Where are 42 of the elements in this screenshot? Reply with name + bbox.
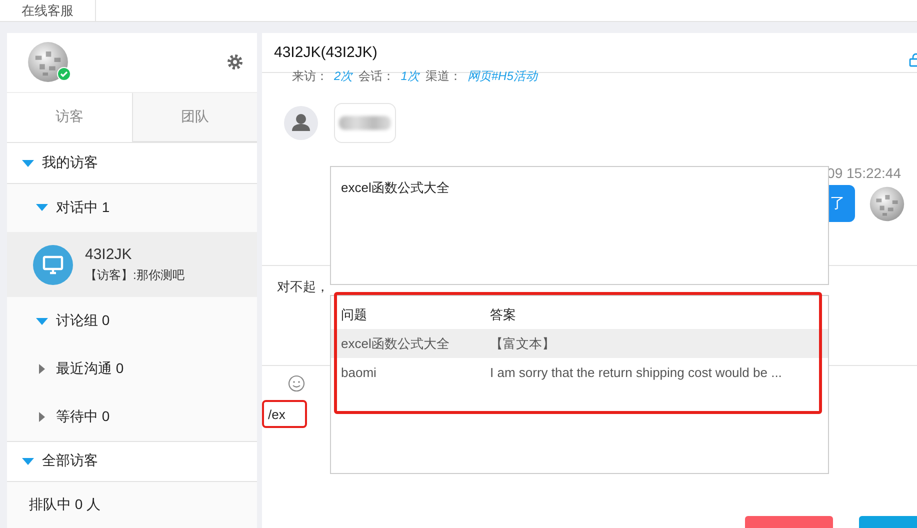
subgroup-label[interactable]: 对话中 1	[56, 198, 110, 217]
visitor-name: 43I2JK	[85, 246, 133, 263]
expanded-caret-icon[interactable]	[36, 204, 48, 212]
stat-label: 渠道：	[425, 68, 462, 85]
group-label[interactable]: 我的访客	[42, 154, 98, 172]
stat-label: 来访：	[292, 68, 328, 85]
column-header: 答案	[490, 306, 517, 324]
subgroup-label[interactable]: 等待中 0	[56, 408, 110, 426]
stat-value: 1次	[400, 68, 420, 85]
question-cell-text: baomi	[341, 365, 378, 380]
stat-value: 2次	[334, 68, 353, 85]
expanded-caret-icon[interactable]	[36, 318, 48, 325]
expanded-caret-icon[interactable]	[22, 160, 34, 167]
question-cell-text: excel函数公式大全	[341, 334, 450, 352]
stat-label: 会话：	[358, 68, 395, 85]
subgroup-label[interactable]: 讨论组 0	[56, 312, 110, 330]
settings-icon[interactable]	[227, 54, 243, 70]
monitor-icon	[33, 244, 73, 285]
agent-avatar-icon	[869, 186, 905, 222]
smiley-icon[interactable]	[288, 374, 305, 392]
user-avatar-icon	[284, 106, 318, 140]
answer-cell-text: 【富文本】	[490, 334, 556, 352]
answer-cell-text: I am sorry that the return shipping cost would be ...	[490, 365, 783, 380]
quick-reply-row[interactable]: baomi I am sorry that the return shipping cost would be ...	[331, 358, 828, 387]
last-message: 【访客】:那你测吧	[85, 266, 184, 284]
sidebar-tab[interactable]: 访客	[7, 92, 132, 142]
blurred-message	[334, 103, 396, 143]
preview-text: excel函数公式大全	[341, 180, 450, 195]
collapsed-caret-icon[interactable]	[39, 364, 45, 374]
collapsed-caret-icon[interactable]	[39, 412, 45, 422]
stat-value: 网页#H5活动	[467, 68, 538, 85]
chat-title: 43I2JK(43I2JK)	[274, 44, 378, 61]
queue-count: 排队中 0 人	[29, 496, 101, 514]
agent-avatar-icon	[27, 41, 69, 84]
group-label[interactable]: 全部访客	[42, 452, 98, 470]
message-input[interactable]: /ex	[264, 402, 305, 426]
subgroup-label[interactable]: 最近沟通 0	[56, 360, 124, 378]
quick-reply-row[interactable]: excel函数公式大全 【富文本】	[331, 329, 828, 358]
column-header: 问题	[341, 306, 368, 324]
visitor-item[interactable]: 43I2JK 【访客】:那你测吧	[7, 232, 257, 298]
reply-text: 对不起，	[277, 279, 329, 294]
expanded-caret-icon[interactable]	[22, 458, 34, 465]
